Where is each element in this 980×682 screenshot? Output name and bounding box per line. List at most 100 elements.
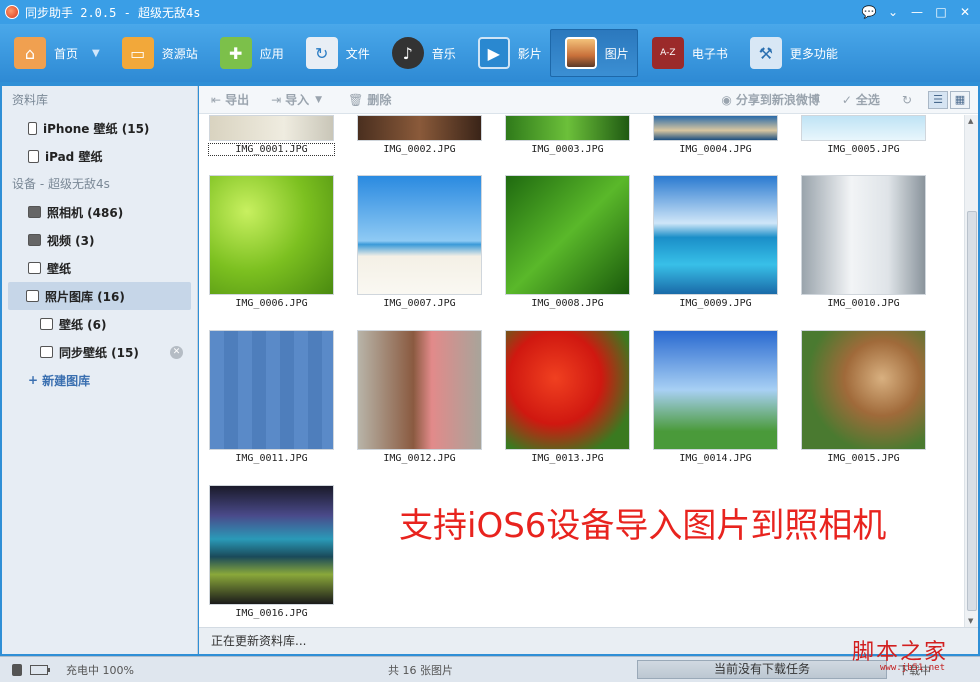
nav-photos-label: 图片 xyxy=(604,46,629,61)
download-status[interactable]: 当前没有下载任务 xyxy=(637,660,887,679)
nav-more[interactable]: ⚒ 更多功能 xyxy=(736,29,846,77)
share-weibo-button[interactable]: ◉ 分享到新浪微博 xyxy=(721,91,820,108)
nav-files[interactable]: ↻ 文件 xyxy=(292,29,378,77)
sidebar-item-iphone-wallpaper[interactable]: iPhone 壁纸 (15) xyxy=(2,114,197,142)
chevron-down-icon[interactable]: ▼ xyxy=(92,48,100,59)
image-caption: IMG_0004.JPG xyxy=(679,144,752,155)
refresh-button[interactable]: ↻ xyxy=(902,93,916,107)
nav-resources[interactable]: ▭ 资源站 xyxy=(108,29,206,77)
image-thumb[interactable]: IMG_0010.JPG xyxy=(801,175,926,309)
new-gallery-label: 新建图库 xyxy=(42,373,91,388)
sidebar-item-label: 照片图库 (16) xyxy=(45,289,125,304)
thumbnail-image xyxy=(801,330,926,450)
thumbnail-image xyxy=(357,175,482,295)
menu-dropdown-icon[interactable]: ⌄ xyxy=(882,3,904,21)
image-thumb[interactable]: IMG_0013.JPG xyxy=(505,330,630,464)
delete-button[interactable]: 🗑 删除 xyxy=(348,91,391,108)
export-icon: ⇤ xyxy=(211,92,222,107)
plus-icon: + xyxy=(28,373,39,387)
image-thumb[interactable]: IMG_0012.JPG xyxy=(357,330,482,464)
nav-home-label: 首页 xyxy=(54,46,79,61)
thumbnail-image xyxy=(653,175,778,295)
image-caption: IMG_0015.JPG xyxy=(827,453,900,464)
export-button[interactable]: ⇤ 导出 xyxy=(211,91,249,108)
scroll-down-icon[interactable]: ▼ xyxy=(968,617,973,625)
sidebar-item-label: 壁纸 (6) xyxy=(59,317,107,332)
grid-view-button[interactable]: ▦ xyxy=(950,90,970,109)
image-thumb[interactable]: IMG_0011.JPG xyxy=(209,330,334,464)
content-panel: ⇤ 导出 ⇥ 导入 ▼ 🗑 删除 ◉ 分享到新浪微博 ✓ 全选 ↻ ☰ ▦ IMG_0001… xyxy=(199,86,978,654)
image-thumb[interactable]: IMG_0002.JPG xyxy=(357,115,482,155)
image-caption: IMG_0002.JPG xyxy=(383,144,456,155)
sidebar-item-wallpaper[interactable]: 壁纸 xyxy=(2,254,197,282)
image-caption: IMG_0003.JPG xyxy=(531,144,604,155)
image-count: 共 16 张图片 xyxy=(388,663,453,677)
image-caption: IMG_0008.JPG xyxy=(531,298,604,309)
list-view-button[interactable]: ☰ xyxy=(928,90,948,109)
image-thumb[interactable]: IMG_0003.JPG xyxy=(505,115,630,155)
camera-icon xyxy=(28,206,41,218)
image-caption: IMG_0010.JPG xyxy=(827,298,900,309)
feedback-icon[interactable]: 💬 xyxy=(858,3,880,21)
image-thumb[interactable]: IMG_0007.JPG xyxy=(357,175,482,309)
vertical-scrollbar[interactable]: ▲ ▼ xyxy=(964,115,978,627)
delete-label: 删除 xyxy=(367,93,392,107)
sidebar-item-ipad-wallpaper[interactable]: iPad 壁纸 xyxy=(2,142,197,170)
import-button[interactable]: ⇥ 导入 ▼ xyxy=(271,91,326,108)
nav-photos[interactable]: 图片 xyxy=(549,29,638,77)
remove-album-icon[interactable]: ✕ xyxy=(170,345,183,359)
image-thumb[interactable]: IMG_0005.JPG xyxy=(801,115,926,155)
scrollbar-thumb[interactable] xyxy=(967,211,977,611)
select-all-button[interactable]: ✓ 全选 xyxy=(842,91,880,108)
image-thumb[interactable]: IMG_0006.JPG xyxy=(209,175,334,309)
video-icon xyxy=(28,234,41,246)
thumbnail-image xyxy=(801,115,926,141)
sidebar-item-photo-gallery[interactable]: 照片图库 (16) xyxy=(8,282,191,310)
grid-icon: ▦ xyxy=(954,93,966,106)
title-bar: 同步助手 2.0.5 - 超级无敌4s 💬 ⌄ — □ ✕ xyxy=(0,0,980,24)
image-thumb[interactable]: IMG_0001.JPG xyxy=(208,115,335,156)
minimize-button[interactable]: — xyxy=(906,3,928,21)
nav-movies-label: 影片 xyxy=(517,46,542,61)
maximize-button[interactable]: □ xyxy=(930,3,952,21)
image-thumb[interactable]: IMG_0014.JPG xyxy=(653,330,778,464)
image-thumb[interactable]: IMG_0008.JPG xyxy=(505,175,630,309)
nav-movies[interactable]: ▶ 影片 xyxy=(464,29,550,77)
nav-ebooks[interactable]: A-Z 电子书 xyxy=(638,29,736,77)
thumbnail-image xyxy=(209,485,334,605)
play-icon: ▶ xyxy=(477,37,510,69)
thumbnail-image xyxy=(653,330,778,450)
home-icon: ⌂ xyxy=(14,37,46,69)
image-caption: IMG_0012.JPG xyxy=(383,453,456,464)
scroll-up-icon[interactable]: ▲ xyxy=(968,117,973,125)
sidebar-item-camera[interactable]: 照相机 (486) xyxy=(2,198,197,226)
nav-resources-label: 资源站 xyxy=(161,46,198,61)
refresh-icon: ↻ xyxy=(901,92,912,107)
promo-text: 支持iOS6设备导入图片到照相机 xyxy=(399,506,887,546)
image-caption: IMG_0005.JPG xyxy=(827,144,900,155)
content-right-tools: ◉ 分享到新浪微博 ✓ 全选 ↻ ☰ ▦ xyxy=(721,90,978,109)
image-thumb[interactable]: IMG_0015.JPG xyxy=(801,330,926,464)
image-thumb[interactable]: IMG_0004.JPG xyxy=(653,115,778,155)
nav-apps[interactable]: ✚ 应用 xyxy=(206,29,292,77)
sidebar-item-video[interactable]: 视频 (3) xyxy=(2,226,197,254)
nav-music-label: 音乐 xyxy=(431,46,456,61)
library-heading: 资料库 xyxy=(12,93,49,107)
music-note-icon: ♪ xyxy=(391,37,424,69)
share-label: 分享到新浪微博 xyxy=(735,93,820,107)
sidebar-item-label: 同步壁纸 (15) xyxy=(59,345,139,360)
thumbnail-image xyxy=(357,115,482,141)
folder-refresh-icon: ↻ xyxy=(305,37,338,69)
thumbnail-image xyxy=(357,330,482,450)
sidebar-item-album-wallpaper[interactable]: 壁纸 (6) xyxy=(2,310,197,338)
sidebar-item-album-sync-wallpaper[interactable]: 同步壁纸 (15) ✕ xyxy=(2,338,197,366)
image-thumb[interactable]: IMG_0016.JPG xyxy=(209,485,334,619)
thumbnail-image xyxy=(209,115,334,141)
tablet-icon xyxy=(28,149,39,163)
new-gallery-button[interactable]: + 新建图库 xyxy=(2,366,197,394)
close-button[interactable]: ✕ xyxy=(954,3,976,21)
image-thumb[interactable]: IMG_0009.JPG xyxy=(653,175,778,309)
sidebar-item-label: 视频 (3) xyxy=(47,233,95,248)
nav-music[interactable]: ♪ 音乐 xyxy=(378,29,464,77)
nav-home[interactable]: ⌂ 首页 ▼ xyxy=(0,29,108,77)
